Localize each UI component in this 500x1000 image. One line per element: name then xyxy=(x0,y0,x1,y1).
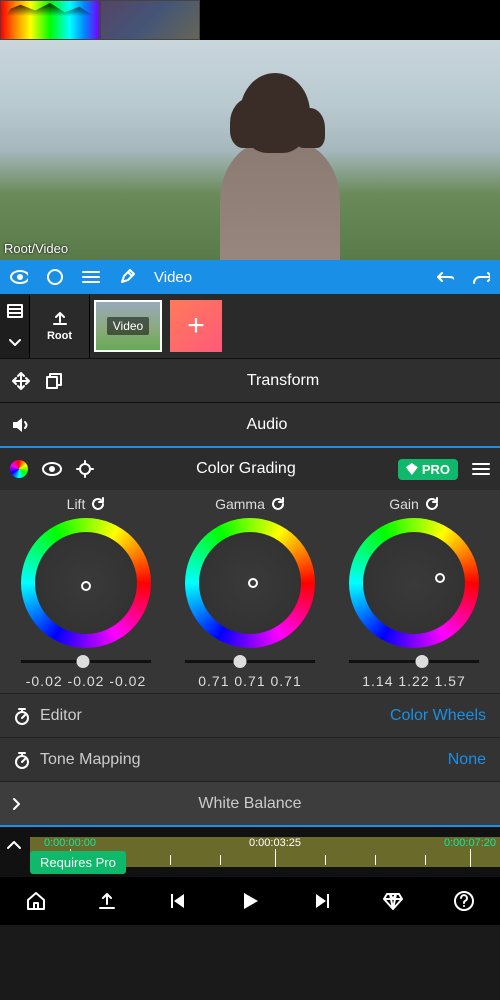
audio-row[interactable]: Audio xyxy=(0,402,500,446)
color-wheel[interactable] xyxy=(185,518,315,648)
clip-thumbnail-label: Video xyxy=(107,317,149,335)
reset-icon[interactable] xyxy=(425,497,439,511)
step-forward-icon[interactable] xyxy=(309,889,333,913)
color-wheel[interactable] xyxy=(349,518,479,648)
play-icon[interactable] xyxy=(238,889,262,913)
stopwatch-icon xyxy=(14,751,40,769)
move-icon xyxy=(12,372,30,390)
luma-slider[interactable] xyxy=(185,660,315,663)
wheel-title: Gamma xyxy=(215,496,285,512)
color-wheel[interactable] xyxy=(21,518,151,648)
list-view-icon[interactable] xyxy=(7,304,23,318)
diamond-icon xyxy=(406,463,418,475)
clip-thumbnail[interactable]: Video xyxy=(94,300,162,352)
plus-icon: + xyxy=(187,309,205,343)
reset-icon[interactable] xyxy=(91,497,105,511)
luma-slider[interactable] xyxy=(349,660,479,663)
slider-handle[interactable] xyxy=(415,655,428,668)
root-label: Root xyxy=(47,330,72,342)
white-balance-row[interactable]: White Balance xyxy=(0,781,500,825)
pro-label: PRO xyxy=(422,462,450,477)
timeline[interactable]: 0:00:00:00 0:00:03:25 0:00:07:20 Require… xyxy=(0,827,500,877)
target-icon[interactable] xyxy=(76,460,94,478)
clip-strip: Root Video + xyxy=(0,294,500,358)
copy-icon xyxy=(46,373,62,389)
panel-title: Color Grading xyxy=(108,460,384,478)
color-wheel-gain[interactable]: Gain 1.14 1.22 1.57 xyxy=(336,496,492,689)
visibility-icon[interactable] xyxy=(10,270,28,284)
root-button[interactable]: Root xyxy=(30,294,90,358)
scope-histogram[interactable] xyxy=(0,0,100,40)
white-balance-label: White Balance xyxy=(198,795,301,813)
clip-path-label: Root/Video xyxy=(4,241,68,256)
chevron-right-icon xyxy=(12,797,38,811)
stopwatch-icon xyxy=(14,707,40,725)
toolbar-title: Video xyxy=(154,269,192,286)
redo-icon[interactable] xyxy=(472,270,490,284)
transform-label: Transform xyxy=(78,372,488,390)
timecode: 0:00:03:25 xyxy=(249,837,301,849)
editor-setting-row[interactable]: Editor Color Wheels xyxy=(0,693,500,737)
circle-icon[interactable] xyxy=(46,268,64,286)
editor-label: Editor xyxy=(40,707,390,725)
wheel-title: Gain xyxy=(389,496,439,512)
wheel-values: -0.02 -0.02 -0.02 xyxy=(26,673,147,689)
tone-mapping-row[interactable]: Tone Mapping None xyxy=(0,737,500,781)
menu-icon[interactable] xyxy=(82,270,100,284)
visibility-icon[interactable] xyxy=(42,462,62,476)
wheel-handle[interactable] xyxy=(81,581,91,591)
color-wheel-icon[interactable] xyxy=(10,460,28,478)
editor-value: Color Wheels xyxy=(390,707,486,725)
chevron-down-icon[interactable] xyxy=(8,338,22,348)
export-icon[interactable] xyxy=(95,889,119,913)
speaker-icon xyxy=(12,417,30,433)
pro-badge[interactable]: PRO xyxy=(398,459,458,480)
scope-vectorscope[interactable] xyxy=(100,0,200,40)
timecode: 0:00:00:00 xyxy=(44,837,96,849)
menu-icon[interactable] xyxy=(472,462,490,476)
tone-mapping-value: None xyxy=(448,751,486,769)
video-preview[interactable]: Root/Video xyxy=(0,0,500,260)
add-clip-button[interactable]: + xyxy=(170,300,222,352)
color-grading-panel: Color Grading PRO Lift -0.02 -0.02 -0.02… xyxy=(0,446,500,827)
home-icon[interactable] xyxy=(24,889,48,913)
slider-handle[interactable] xyxy=(233,655,246,668)
bottom-nav xyxy=(0,877,500,925)
transform-row[interactable]: Transform xyxy=(0,358,500,402)
color-wheels: Lift -0.02 -0.02 -0.02 Gamma 0.71 0.71 0… xyxy=(0,490,500,693)
diamond-icon[interactable] xyxy=(381,889,405,913)
wheel-handle[interactable] xyxy=(435,573,445,583)
color-wheel-gamma[interactable]: Gamma 0.71 0.71 0.71 xyxy=(172,496,328,689)
wheel-values: 0.71 0.71 0.71 xyxy=(198,673,302,689)
video-frame xyxy=(0,40,500,260)
tone-mapping-label: Tone Mapping xyxy=(40,751,448,769)
reset-icon[interactable] xyxy=(271,497,285,511)
wheel-title: Lift xyxy=(67,496,106,512)
timecode: 0:00:07:20 xyxy=(444,837,496,849)
undo-icon[interactable] xyxy=(436,270,454,284)
wheel-handle[interactable] xyxy=(248,578,258,588)
edit-icon[interactable] xyxy=(118,269,136,285)
audio-label: Audio xyxy=(46,416,488,434)
step-back-icon[interactable] xyxy=(167,889,191,913)
help-icon[interactable] xyxy=(452,889,476,913)
chevron-up-icon[interactable] xyxy=(6,839,22,851)
color-wheel-lift[interactable]: Lift -0.02 -0.02 -0.02 xyxy=(8,496,164,689)
requires-pro-badge[interactable]: Requires Pro xyxy=(30,851,126,874)
luma-slider[interactable] xyxy=(21,660,151,663)
slider-handle[interactable] xyxy=(77,655,90,668)
wheel-values: 1.14 1.22 1.57 xyxy=(362,673,466,689)
toolbar: Video xyxy=(0,260,500,294)
